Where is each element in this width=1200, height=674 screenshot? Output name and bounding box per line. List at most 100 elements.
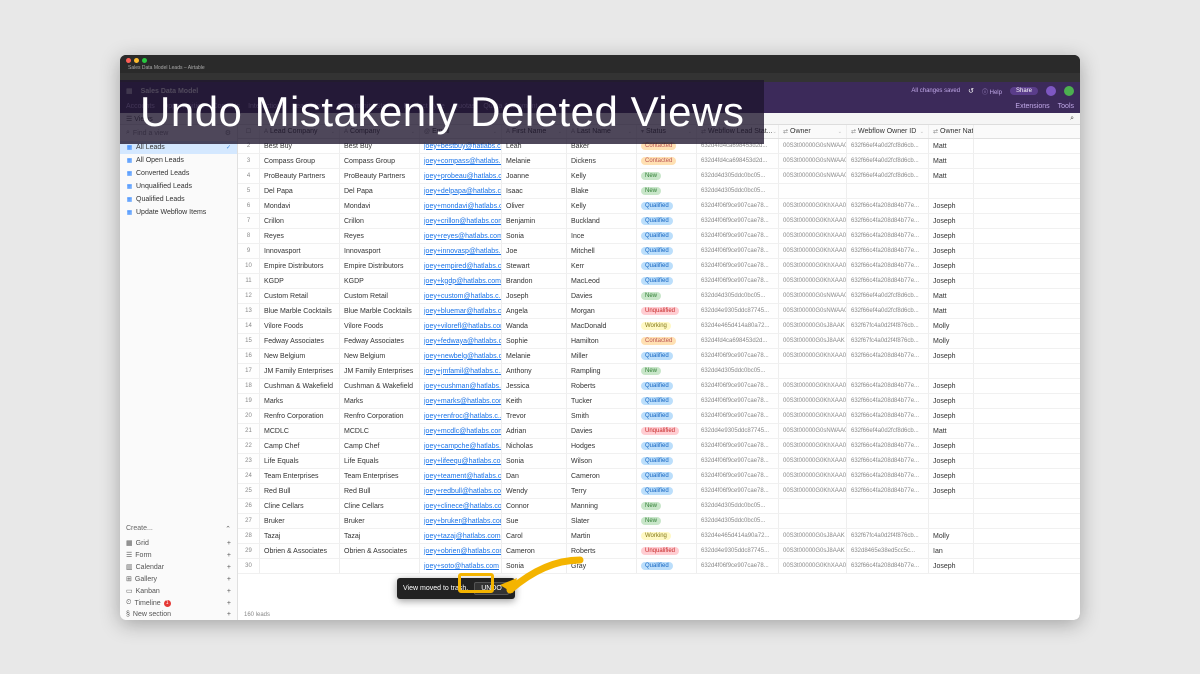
cell-status[interactable]: Qualified <box>637 439 697 453</box>
cell-email[interactable]: joey+empired@hatlabs.c... <box>420 259 502 273</box>
table-row[interactable]: 6 Mondavi Mondavi joey+mondavi@hatlabs.c… <box>238 199 1080 214</box>
cell-company[interactable]: Reyes <box>340 229 420 243</box>
cell-webflow-lead-status[interactable]: 632d4f06f9ce907cae78... <box>697 214 779 228</box>
cell-webflow-owner-id[interactable]: 632f66c4fa208d84b77e... <box>847 409 929 423</box>
cell-webflow-lead-status[interactable]: 632d4f06f9ce907cae78... <box>697 409 779 423</box>
cell-webflow-lead-status[interactable]: 632d4f06f9ce907cae78... <box>697 259 779 273</box>
close-window-icon[interactable] <box>126 58 131 63</box>
cell-last-name[interactable]: Roberts <box>567 544 637 558</box>
cell-owner-name[interactable]: Joseph <box>929 349 974 363</box>
table-row[interactable]: 26 Cline Cellars Cline Cellars joey+clin… <box>238 499 1080 514</box>
cell-owner-name[interactable]: Matt <box>929 154 974 168</box>
col-owner[interactable]: ⇄Owner⌄ <box>779 125 847 138</box>
cell-owner[interactable]: 00S3t00000G0sJ8AAK <box>779 544 847 558</box>
cell-status[interactable]: Qualified <box>637 274 697 288</box>
cell-last-name[interactable]: Mitchell <box>567 244 637 258</box>
cell-lead-company[interactable]: Vilore Foods <box>260 319 340 333</box>
cell-lead-company[interactable]: Bruker <box>260 514 340 528</box>
cell-lead-company[interactable]: MCDLC <box>260 424 340 438</box>
cell-email[interactable]: joey+campche@hatlabs.c... <box>420 439 502 453</box>
cell-owner-name[interactable]: Joseph <box>929 379 974 393</box>
cell-owner[interactable]: 00S3t00000G0sJ8AAK <box>779 529 847 543</box>
cell-last-name[interactable]: Blake <box>567 184 637 198</box>
cell-webflow-owner-id[interactable] <box>847 184 929 198</box>
cell-email[interactable]: joey+renfroc@hatlabs.c... <box>420 409 502 423</box>
cell-company[interactable]: Compass Group <box>340 154 420 168</box>
cell-owner-name[interactable] <box>929 514 974 528</box>
cell-last-name[interactable]: Terry <box>567 484 637 498</box>
cell-webflow-owner-id[interactable]: 632f66ef4a0d2fcf8d6cb... <box>847 424 929 438</box>
cell-email[interactable]: joey+delpapa@hatlabs.c... <box>420 184 502 198</box>
cell-owner[interactable] <box>779 499 847 513</box>
extensions-link[interactable]: Extensions <box>1015 103 1049 110</box>
cell-last-name[interactable]: Hodges <box>567 439 637 453</box>
cell-status[interactable]: New <box>637 169 697 183</box>
cell-status[interactable]: Unqualified <box>637 424 697 438</box>
create-new-section[interactable]: §New section+ <box>120 609 237 620</box>
cell-last-name[interactable]: Davies <box>567 289 637 303</box>
cell-first-name[interactable]: Joseph <box>502 289 567 303</box>
cell-webflow-lead-status[interactable]: 632dd4e9305ddc87745... <box>697 424 779 438</box>
help-link[interactable]: ⓘ Help <box>982 87 1002 96</box>
cell-first-name[interactable]: Wanda <box>502 319 567 333</box>
cell-last-name[interactable]: Ince <box>567 229 637 243</box>
cell-lead-company[interactable]: Fedway Associates <box>260 334 340 348</box>
cell-company[interactable]: Camp Chef <box>340 439 420 453</box>
cell-last-name[interactable]: Smith <box>567 409 637 423</box>
cell-email[interactable]: joey+redbull@hatlabs.com <box>420 484 502 498</box>
cell-first-name[interactable]: Stewart <box>502 259 567 273</box>
table-row[interactable]: 15 Fedway Associates Fedway Associates j… <box>238 334 1080 349</box>
maximize-window-icon[interactable] <box>142 58 147 63</box>
cell-email[interactable]: joey+probeau@hatlabs.c... <box>420 169 502 183</box>
cell-owner-name[interactable]: Joseph <box>929 214 974 228</box>
cell-owner-name[interactable]: Matt <box>929 424 974 438</box>
table-row[interactable]: 5 Del Papa Del Papa joey+delpapa@hatlabs… <box>238 184 1080 199</box>
cell-company[interactable]: Mondavi <box>340 199 420 213</box>
cell-first-name[interactable]: Melanie <box>502 349 567 363</box>
cell-owner-name[interactable]: Joseph <box>929 559 974 573</box>
create-grid[interactable]: ▦Grid+ <box>120 537 237 549</box>
cell-owner[interactable]: 00S3t00000G0KhXAA0 <box>779 379 847 393</box>
cell-first-name[interactable]: Anthony <box>502 364 567 378</box>
cell-owner-name[interactable]: Joseph <box>929 439 974 453</box>
cell-webflow-lead-status[interactable]: 632d4f06f9ce907cae78... <box>697 484 779 498</box>
create-gallery[interactable]: ⊞Gallery+ <box>120 573 237 585</box>
cell-webflow-lead-status[interactable]: 632d4f06f9ce907cae78... <box>697 394 779 408</box>
cell-company[interactable]: Innovasport <box>340 244 420 258</box>
cell-webflow-lead-status[interactable]: 632dd4d305ddc0bc05... <box>697 169 779 183</box>
cell-email[interactable]: joey+lifeequ@hatlabs.com <box>420 454 502 468</box>
table-row[interactable]: 9 Innovasport Innovasport joey+innovasp@… <box>238 244 1080 259</box>
cell-lead-company[interactable]: KGDP <box>260 274 340 288</box>
table-row[interactable]: 25 Red Bull Red Bull joey+redbull@hatlab… <box>238 484 1080 499</box>
cell-email[interactable]: joey+marks@hatlabs.com <box>420 394 502 408</box>
cell-owner[interactable]: 00S3t00000G0sJ8AAK <box>779 334 847 348</box>
cell-first-name[interactable]: Connor <box>502 499 567 513</box>
cell-company[interactable]: Team Enterprises <box>340 469 420 483</box>
cell-status[interactable]: Qualified <box>637 229 697 243</box>
cell-webflow-lead-status[interactable]: 632dd4d305ddc0bc05... <box>697 514 779 528</box>
cell-webflow-lead-status[interactable]: 632dd4e9305ddc87745... <box>697 544 779 558</box>
cell-owner[interactable]: 00S3t00000G0KhXAA0 <box>779 469 847 483</box>
cell-status[interactable]: New <box>637 184 697 198</box>
cell-company[interactable]: Marks <box>340 394 420 408</box>
cell-owner[interactable]: 00S3t00000G0KhXAA0 <box>779 274 847 288</box>
cell-last-name[interactable]: Roberts <box>567 379 637 393</box>
view-all-open-leads[interactable]: ▦All Open Leads <box>120 154 237 167</box>
cell-owner-name[interactable]: Matt <box>929 169 974 183</box>
table-row[interactable]: 20 Renfro Corporation Renfro Corporation… <box>238 409 1080 424</box>
cell-email[interactable]: joey+clinece@hatlabs.com <box>420 499 502 513</box>
cell-status[interactable]: Qualified <box>637 259 697 273</box>
cell-lead-company[interactable]: Crillon <box>260 214 340 228</box>
cell-email[interactable]: joey+kgdp@hatlabs.com <box>420 274 502 288</box>
cell-company[interactable]: Renfro Corporation <box>340 409 420 423</box>
cell-company[interactable]: Empire Distributors <box>340 259 420 273</box>
cell-email[interactable]: joey+mcdlc@hatlabs.com <box>420 424 502 438</box>
cell-owner[interactable]: 00S3t00000G0KhXAA0 <box>779 439 847 453</box>
cell-webflow-owner-id[interactable]: 632f66c4fa208d84b77e... <box>847 349 929 363</box>
table-row[interactable]: 22 Camp Chef Camp Chef joey+campche@hatl… <box>238 439 1080 454</box>
cell-owner[interactable]: 00S3t00000G0sNWAA0 <box>779 139 847 153</box>
cell-owner-name[interactable]: Matt <box>929 289 974 303</box>
cell-last-name[interactable]: MacDonald <box>567 319 637 333</box>
cell-company[interactable] <box>340 559 420 573</box>
cell-webflow-lead-status[interactable]: 632d4e465d414a80a72... <box>697 319 779 333</box>
